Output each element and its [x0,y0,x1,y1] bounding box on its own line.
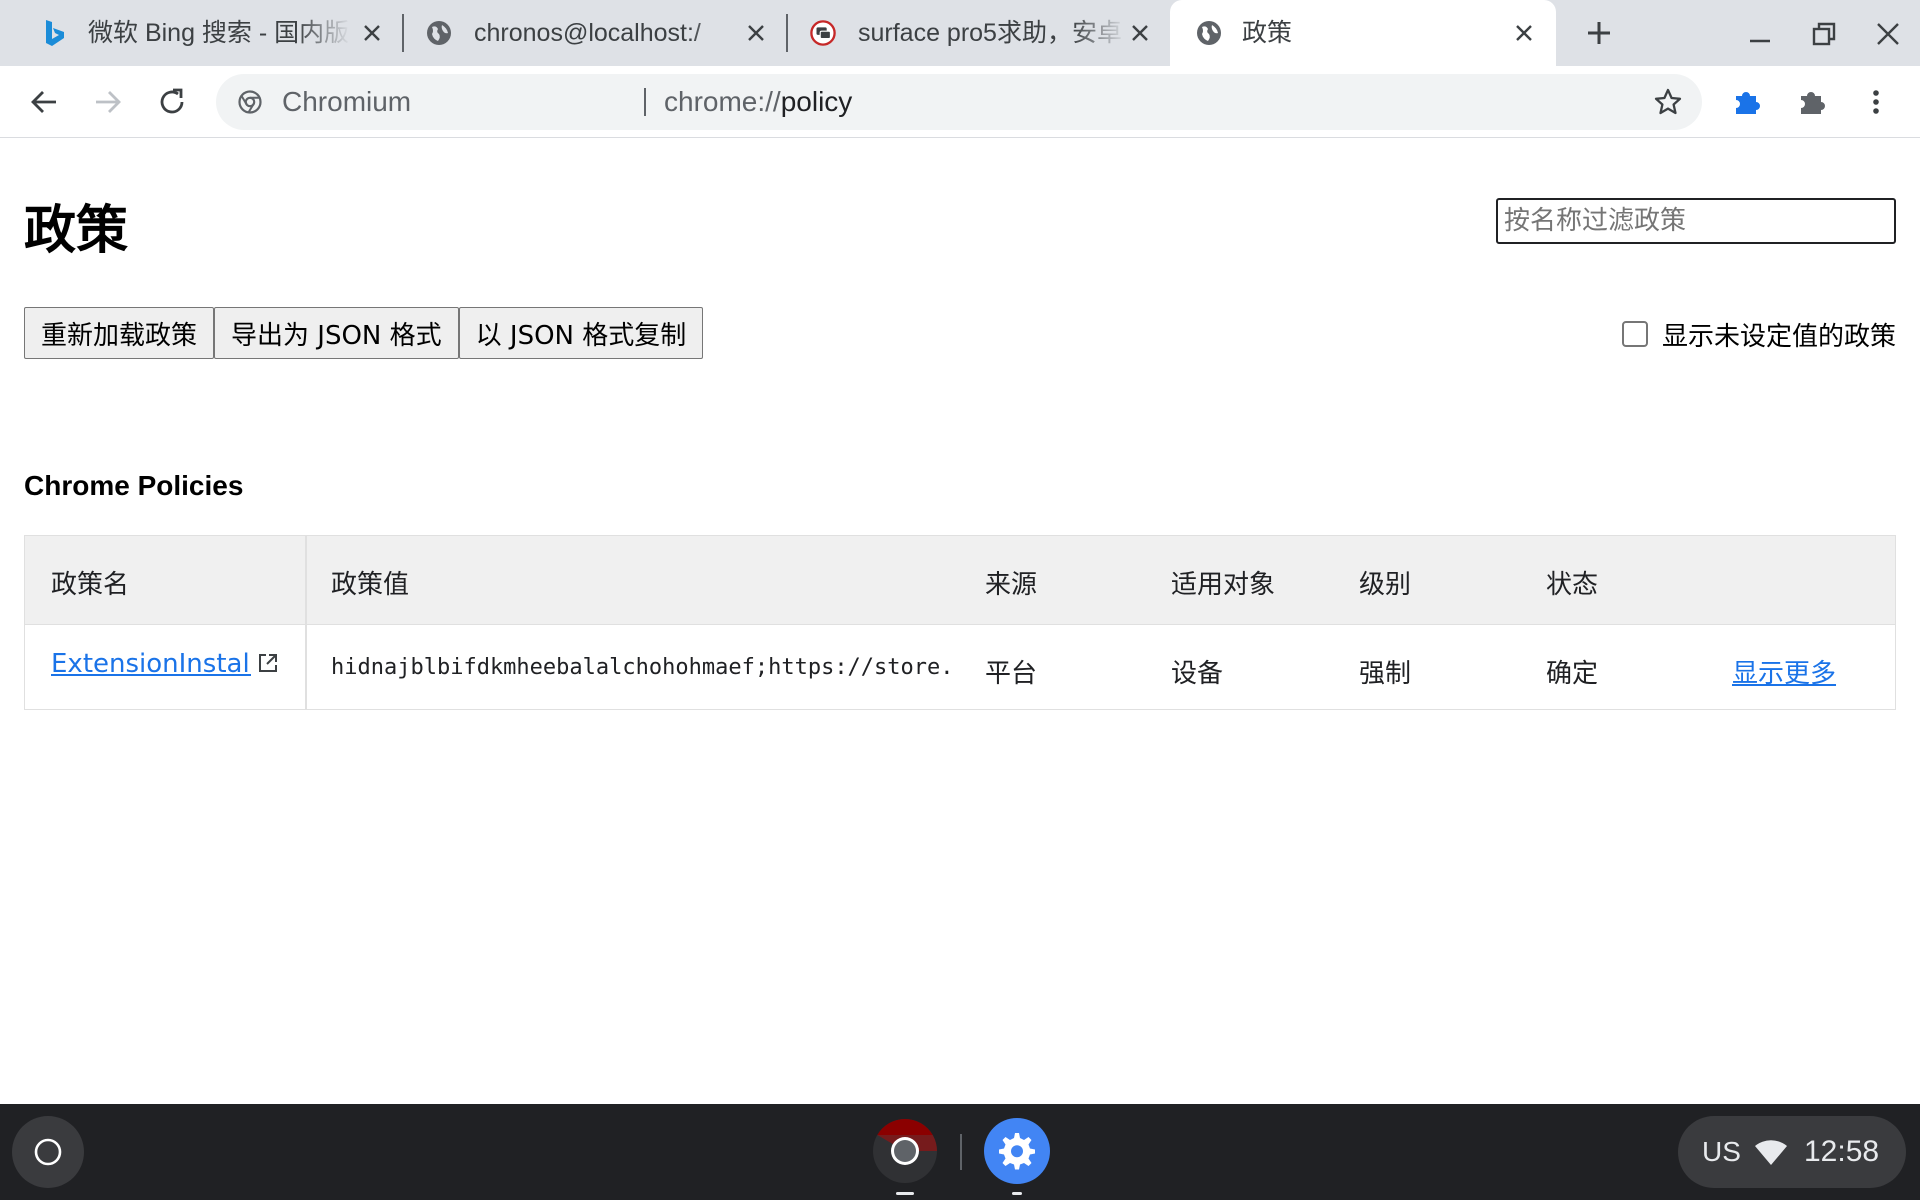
back-button[interactable] [20,78,68,126]
globe-icon [1196,20,1222,46]
extension-blue-icon[interactable] [1725,80,1769,124]
back-arrow-icon [31,91,56,113]
browser-window: 微软 Bing 搜索 - 国内版 chronos@localhost:/ sur… [0,0,1920,1200]
policy-status: 确定 [1546,659,1599,689]
menu-kebab-icon[interactable] [1854,80,1898,124]
policy-table: 政策名 政策值 来源 适用对象 级别 状态 ExtensionInstall… … [24,535,1896,710]
extension-puzzle-icon[interactable] [1790,80,1834,124]
url-host: policy [780,86,853,117]
settings-app-icon[interactable] [984,1118,1050,1184]
close-icon[interactable] [742,19,770,47]
tab-policy[interactable]: 政策 [1170,0,1556,66]
tab-separator [402,14,404,52]
status-tray[interactable]: US 12:58 [1678,1116,1906,1188]
forward-arrow-icon [96,91,121,113]
omnibox-divider [644,88,646,116]
running-indicator [896,1192,914,1195]
tab-title: 微软 Bing 搜索 - 国内版 [88,19,350,47]
omnibox-chip: Chromium [282,86,412,117]
policy-name-link[interactable]: ExtensionInstall… [51,649,251,679]
reload-policies-button[interactable]: 重新加载政策 [24,307,215,359]
chromium-app-icon[interactable] [872,1118,938,1184]
forum-icon [810,20,836,46]
address-bar[interactable]: Chromium chrome://policy [216,74,1702,130]
header-source: 来源 [985,570,1038,600]
policy-source: 平台 [985,659,1038,689]
reload-icon [160,88,184,114]
omnibox-url[interactable]: chrome://policy [664,74,852,130]
restore-icon[interactable] [1804,14,1844,54]
copy-json-button[interactable]: 以 JSON 格式复制 [458,307,704,359]
clock: 12:58 [1804,1135,1880,1168]
section-title: Chrome Policies [24,470,244,501]
close-icon[interactable] [1126,19,1154,47]
header-status: 状态 [1546,570,1599,600]
show-more-link[interactable]: 显示更多 [1732,653,1836,690]
toolbar: Chromium chrome://policy [0,66,1920,138]
tab-forum[interactable]: surface pro5求助，安卓 [790,0,1170,66]
tab-separator [786,14,788,52]
bookmark-star-icon[interactable] [1652,86,1684,118]
launcher-circle-icon [34,1138,62,1166]
table-row: ExtensionInstall… hidnajblbifdkmheebalal… [25,624,1895,710]
system-shelf: US 12:58 [0,1104,1920,1200]
tab-title: chronos@localhost:/ [474,19,701,47]
minimize-icon[interactable] [1740,14,1780,54]
show-unset-label: 显示未设定值的政策 [1661,321,1896,352]
bing-icon [42,20,68,46]
show-unset-toggle[interactable]: 显示未设定值的政策 [1621,316,1896,352]
ime-indicator: US [1702,1136,1741,1167]
tab-title: 政策 [1242,19,1293,47]
url-scheme: chrome:// [664,86,781,117]
reload-button[interactable] [148,78,196,126]
shelf-separator [960,1134,962,1170]
tab-bing[interactable]: 微软 Bing 搜索 - 国内版 [0,0,398,66]
action-buttons: 重新加载政策 导出为 JSON 格式 以 JSON 格式复制 [24,307,704,359]
page-title: 政策 [24,202,129,260]
close-icon[interactable] [358,19,386,47]
new-tab-button[interactable] [1580,14,1618,52]
policy-level: 强制 [1359,659,1412,689]
export-json-button[interactable]: 导出为 JSON 格式 [214,307,459,359]
header-name: 政策名 [51,570,130,600]
header-level: 级别 [1359,570,1412,600]
policy-value: hidnajblbifdkmheebalalchohohmaef;https:/… [331,655,951,680]
show-unset-checkbox[interactable] [1621,321,1648,347]
tab-title: surface pro5求助，安卓 [858,19,1122,47]
header-value: 政策值 [331,570,410,600]
running-indicator [1012,1192,1022,1195]
tab-chronos[interactable]: chronos@localhost:/ [406,0,786,66]
wifi-icon [1754,1138,1788,1166]
launcher-button[interactable] [12,1116,84,1188]
header-scope: 适用对象 [1171,570,1276,600]
close-window-icon[interactable] [1868,14,1908,54]
open-in-new-icon[interactable] [257,651,279,681]
policy-scope: 设备 [1171,659,1224,689]
tab-strip: 微软 Bing 搜索 - 国内版 chronos@localhost:/ sur… [0,0,1920,66]
chromium-icon [238,90,262,114]
globe-icon [426,20,452,46]
policy-filter-input[interactable] [1496,198,1896,244]
close-icon[interactable] [1510,19,1538,47]
forward-button[interactable] [84,78,132,126]
